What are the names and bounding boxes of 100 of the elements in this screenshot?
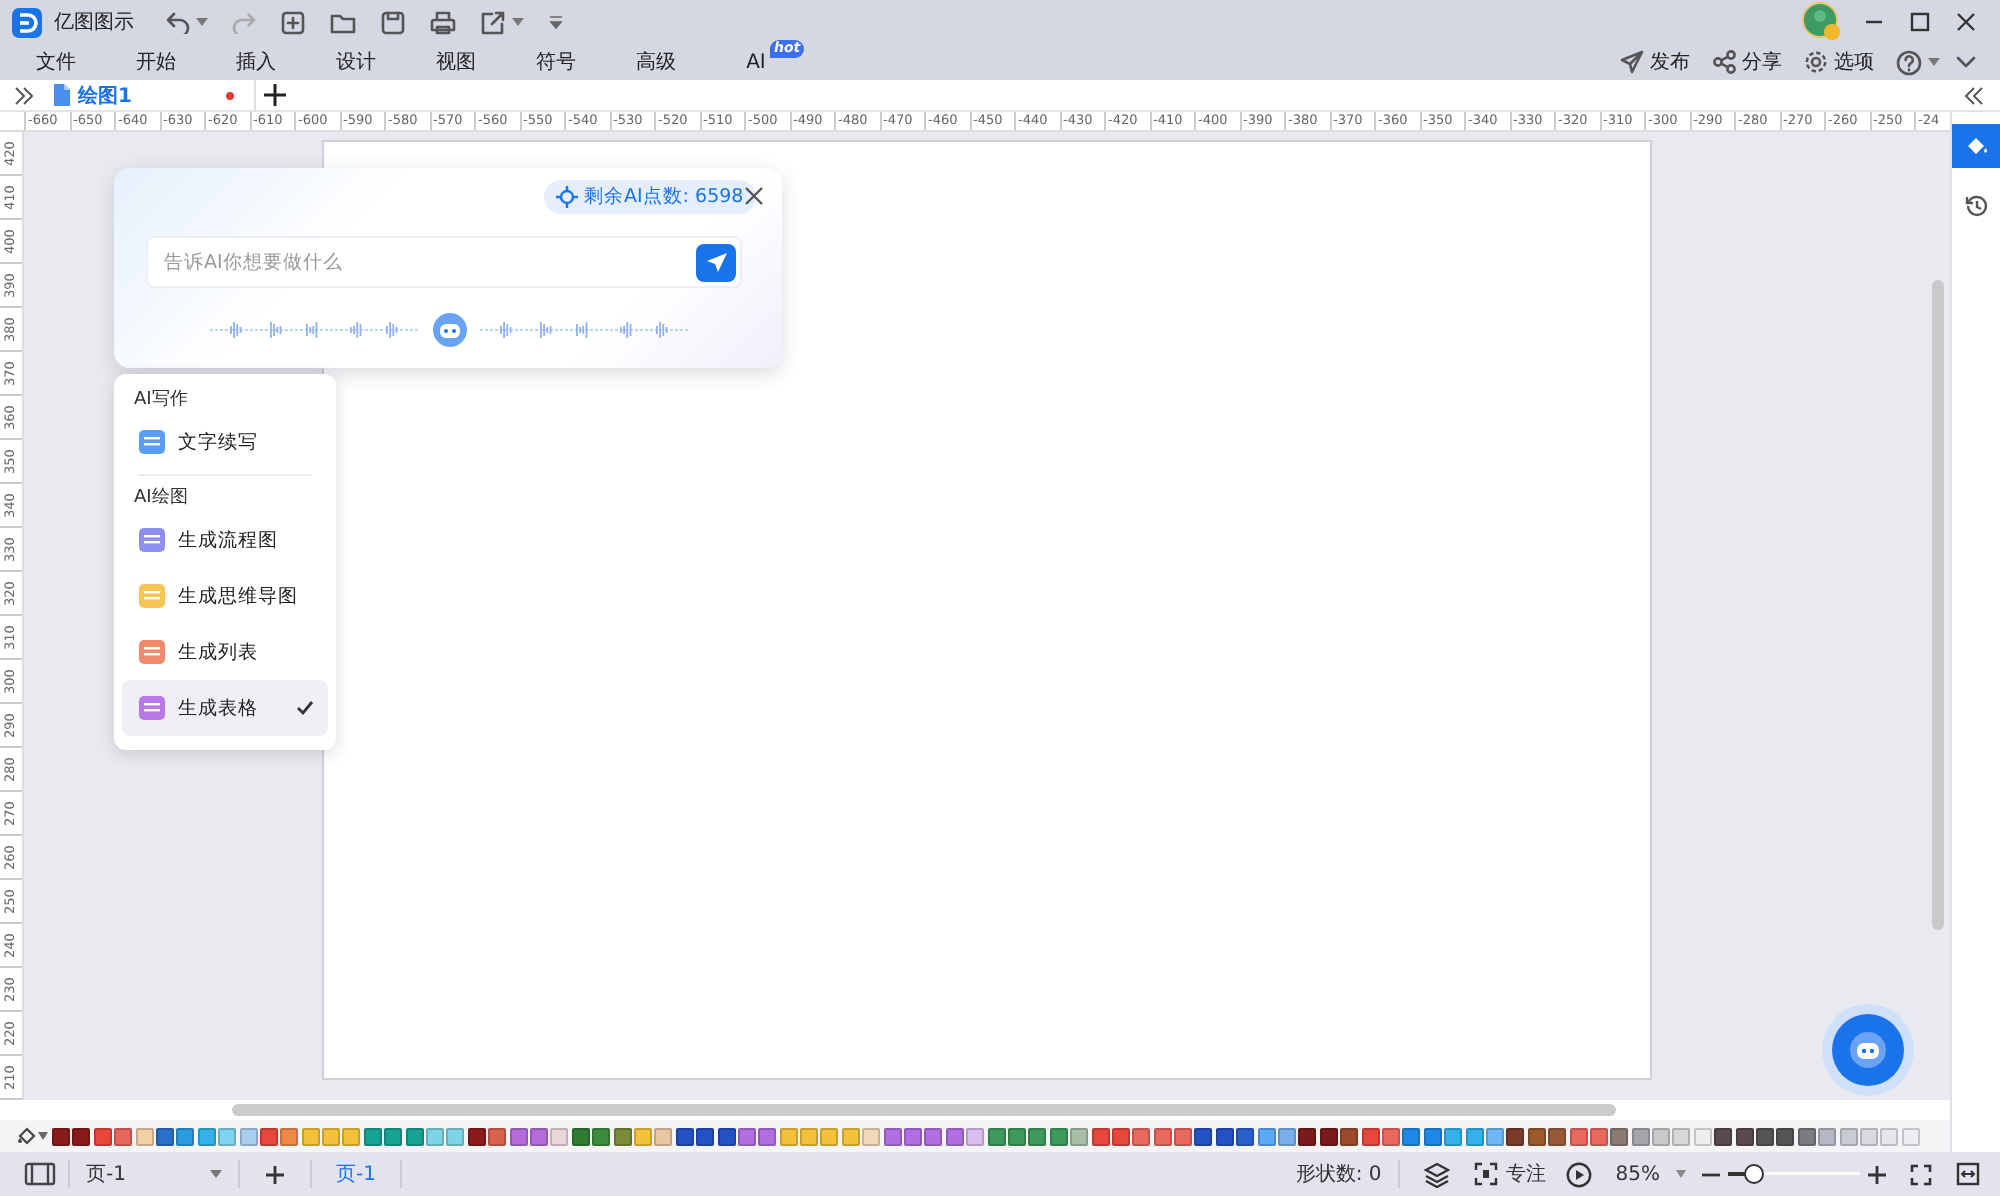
expand-icon[interactable] — [12, 85, 36, 105]
color-swatch[interactable] — [1735, 1127, 1754, 1145]
color-swatch[interactable] — [1756, 1127, 1775, 1145]
color-swatch[interactable] — [1153, 1127, 1172, 1145]
color-swatch[interactable] — [841, 1127, 860, 1145]
ai-assistant-button[interactable] — [1832, 1014, 1904, 1086]
color-swatch[interactable] — [1007, 1127, 1026, 1145]
color-swatch[interactable] — [1672, 1127, 1691, 1145]
menu-tab[interactable]: 设计 — [306, 48, 406, 76]
color-swatch[interactable] — [176, 1127, 195, 1145]
color-swatch[interactable] — [1070, 1127, 1089, 1145]
color-swatch[interactable] — [1132, 1127, 1151, 1145]
color-swatch[interactable] — [1880, 1127, 1899, 1145]
color-swatch[interactable] — [52, 1127, 70, 1145]
color-swatch[interactable] — [883, 1127, 902, 1145]
color-swatch[interactable] — [72, 1127, 91, 1145]
chevron-down-icon[interactable] — [1956, 52, 1976, 72]
menu-tab[interactable]: 开始 — [106, 48, 206, 76]
plus-icon[interactable] — [266, 1165, 284, 1183]
color-swatch[interactable] — [1714, 1127, 1733, 1145]
menu-tab[interactable]: 文件 — [6, 48, 106, 76]
maximize-icon[interactable] — [1908, 10, 1932, 34]
color-swatch[interactable] — [717, 1127, 735, 1145]
color-swatch[interactable] — [114, 1127, 133, 1145]
close-icon[interactable] — [1954, 10, 1978, 34]
caret-icon[interactable] — [196, 18, 208, 26]
color-swatch[interactable] — [488, 1127, 507, 1145]
color-swatch[interactable] — [924, 1127, 943, 1145]
avatar-icon[interactable] — [1802, 2, 1842, 42]
color-swatch[interactable] — [862, 1127, 881, 1145]
color-swatch[interactable] — [1610, 1127, 1629, 1145]
color-swatch[interactable] — [1901, 1127, 1920, 1145]
color-swatch[interactable] — [1776, 1127, 1795, 1145]
menu-item[interactable]: 生成列表 — [122, 624, 328, 680]
color-swatch[interactable] — [987, 1127, 1006, 1145]
menu-tab[interactable]: 插入 — [206, 48, 306, 76]
zoom-dropdown[interactable]: 85% — [1615, 1163, 1686, 1185]
color-swatch[interactable] — [1485, 1127, 1504, 1145]
color-swatch[interactable] — [571, 1127, 590, 1145]
color-swatch[interactable] — [737, 1127, 756, 1145]
color-swatch[interactable] — [675, 1127, 694, 1145]
color-swatch[interactable] — [1548, 1127, 1567, 1145]
color-swatch[interactable] — [966, 1127, 985, 1145]
color-swatch[interactable] — [1839, 1127, 1858, 1145]
color-swatch[interactable] — [1631, 1127, 1650, 1145]
collapse-icon[interactable] — [1964, 85, 1984, 105]
page-dropdown[interactable]: 页-1 — [74, 1160, 234, 1188]
toolbar-button[interactable]: 发布 — [1620, 48, 1690, 76]
fit-width-icon[interactable] — [1956, 1162, 1980, 1186]
color-swatch[interactable] — [426, 1127, 445, 1145]
menu-tab[interactable]: 高级 — [606, 48, 706, 76]
menu-tab[interactable]: 符号 — [506, 48, 606, 76]
menu-tab[interactable]: 视图 — [406, 48, 506, 76]
menu-item[interactable]: 生成思维导图 — [122, 568, 328, 624]
color-swatch[interactable] — [1527, 1127, 1546, 1145]
color-swatch[interactable] — [1278, 1127, 1297, 1145]
color-swatch[interactable] — [758, 1127, 777, 1145]
menu-item[interactable]: 文字续写 — [122, 414, 328, 470]
toolbar-button[interactable]: 选项 — [1804, 48, 1874, 76]
toolbar-button[interactable]: 分享 — [1712, 48, 1782, 76]
color-swatch[interactable] — [342, 1127, 361, 1145]
color-swatch[interactable] — [446, 1127, 465, 1145]
color-swatch[interactable] — [820, 1127, 839, 1145]
color-swatch[interactable] — [155, 1127, 174, 1145]
caret-icon[interactable] — [38, 1132, 48, 1140]
color-swatch[interactable] — [1319, 1127, 1338, 1145]
color-swatch[interactable] — [405, 1127, 424, 1145]
help-icon[interactable] — [1896, 49, 1922, 75]
color-swatch[interactable] — [467, 1127, 486, 1145]
color-swatch[interactable] — [1423, 1127, 1442, 1145]
side-tool[interactable] — [1951, 124, 2000, 168]
color-swatch[interactable] — [1049, 1127, 1068, 1145]
color-swatch[interactable] — [550, 1127, 569, 1145]
send-button[interactable] — [696, 243, 736, 281]
color-swatch[interactable] — [384, 1127, 403, 1145]
export-icon[interactable] — [480, 9, 506, 35]
save-icon[interactable] — [380, 9, 406, 35]
color-swatch[interactable] — [259, 1127, 278, 1145]
color-swatch[interactable] — [322, 1127, 341, 1145]
color-swatch[interactable] — [363, 1127, 382, 1145]
color-swatch[interactable] — [135, 1127, 154, 1145]
color-swatch[interactable] — [613, 1127, 632, 1145]
close-icon[interactable] — [744, 186, 764, 206]
scrollbar[interactable] — [1932, 280, 1944, 930]
color-swatch[interactable] — [1652, 1127, 1671, 1145]
color-swatch[interactable] — [93, 1127, 112, 1145]
focus-button[interactable]: 专注 — [1473, 1160, 1546, 1188]
undo-icon[interactable] — [166, 10, 190, 34]
color-swatch[interactable] — [654, 1127, 673, 1145]
printer-icon[interactable] — [430, 9, 456, 35]
color-swatch[interactable] — [1693, 1127, 1712, 1145]
color-swatch[interactable] — [1257, 1127, 1276, 1145]
prompt-field[interactable]: 告诉AI你想要做什么 — [146, 236, 742, 288]
color-swatch[interactable] — [1215, 1127, 1234, 1145]
layers-icon[interactable] — [1423, 1161, 1450, 1187]
color-swatch[interactable] — [945, 1127, 964, 1145]
color-swatch[interactable] — [218, 1127, 237, 1145]
color-swatch[interactable] — [1382, 1127, 1400, 1145]
menu-item[interactable]: 生成表格 — [122, 680, 328, 736]
color-swatch[interactable] — [904, 1127, 923, 1145]
